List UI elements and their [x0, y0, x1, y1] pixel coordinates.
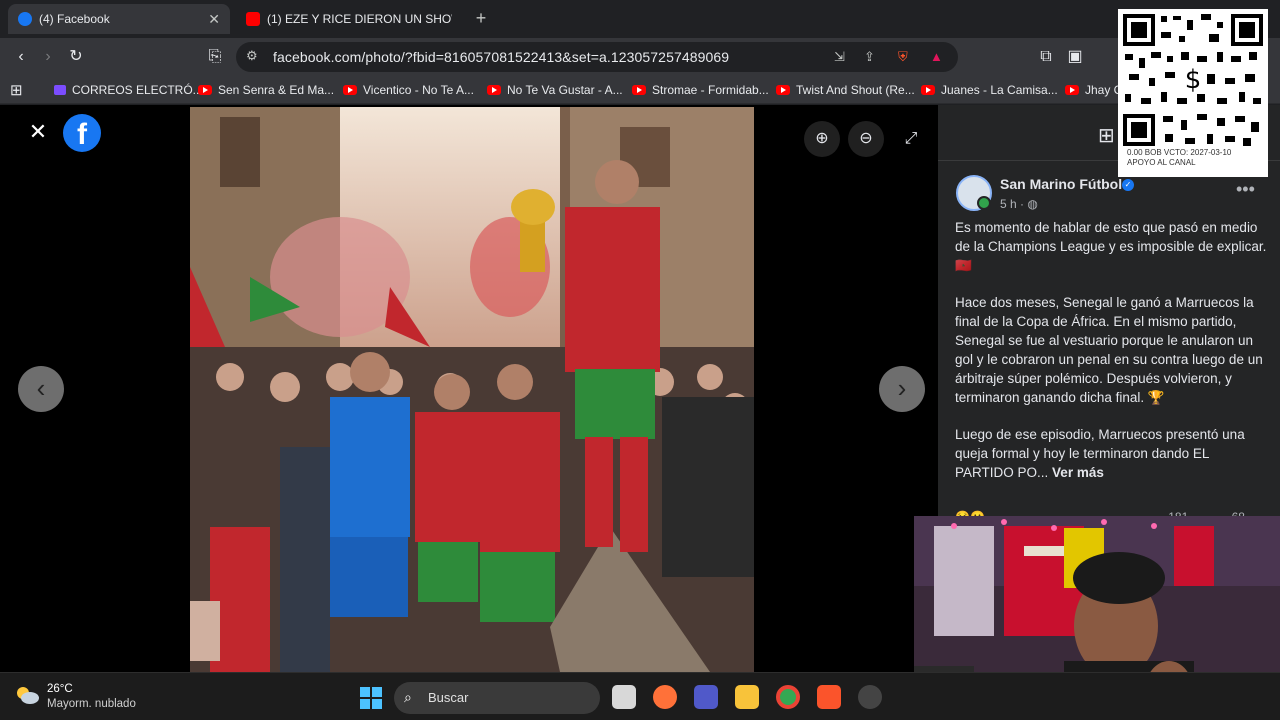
install-icon[interactable]: ⇲	[834, 49, 845, 65]
file-explorer-icon[interactable]	[735, 685, 759, 709]
app-icon[interactable]	[858, 685, 882, 709]
youtube-icon	[198, 85, 212, 95]
see-more-link[interactable]: Ver más	[1052, 465, 1104, 480]
bookmark-item[interactable]: Twist And Shout (Re...	[776, 81, 915, 99]
post-paragraph: Hace dos meses, Senegal le ganó a Marrue…	[955, 295, 1263, 405]
youtube-icon	[632, 85, 646, 95]
url-text: facebook.com/photo/?fbid=816057081522413…	[273, 49, 730, 65]
menu-grid-icon[interactable]: ⊞	[1098, 123, 1115, 148]
youtube-icon	[1065, 85, 1079, 95]
share-icon[interactable]: ⇪	[864, 49, 875, 65]
facebook-logo-icon[interactable]: f	[63, 114, 101, 152]
youtube-icon	[487, 85, 501, 95]
qr-code-icon: $	[1121, 12, 1265, 148]
bookmark-item[interactable]: No Te Va Gustar - A...	[487, 81, 623, 99]
brave-icon[interactable]	[817, 685, 841, 709]
youtube-icon	[246, 12, 260, 26]
tab-title: (4) Facebook	[39, 12, 110, 26]
close-icon[interactable]: ✕	[208, 11, 220, 28]
previous-photo-button[interactable]: ‹	[18, 366, 64, 412]
mail-icon	[54, 85, 66, 95]
youtube-icon	[343, 85, 357, 95]
more-options-icon[interactable]: •••	[1236, 179, 1255, 200]
search-placeholder: Buscar	[428, 690, 469, 705]
verified-badge-icon: ✓	[1122, 179, 1134, 191]
bookmark-item[interactable]: Stromae - Formidab...	[632, 81, 769, 99]
firefox-icon[interactable]	[653, 685, 677, 709]
fullscreen-icon[interactable]: ⤢	[893, 121, 929, 157]
facebook-icon	[18, 12, 32, 26]
donation-qr-code: $ 0.00 BOB VCTO: 2027-03-10 APOYO AL CAN…	[1118, 9, 1268, 177]
brave-rewards-icon[interactable]: ▲	[930, 49, 943, 64]
tab-strip: (4) Facebook ✕ (1) EZE Y RICE DIERON UN …	[0, 0, 1280, 38]
dollar-icon: $	[1185, 65, 1202, 95]
bookmark-item[interactable]: Vicentico - No Te A...	[343, 81, 474, 99]
avatar[interactable]	[956, 175, 992, 211]
qr-amount-text: 0.00 BOB VCTO: 2027-03-10	[1127, 148, 1232, 157]
search-icon: ⌕	[404, 689, 412, 705]
post-text: Es momento de hablar de esto que pasó en…	[955, 218, 1271, 500]
temperature[interactable]: 26°C	[47, 683, 73, 695]
taskbar: 26°C Mayorm. nublado ⌕ Buscar	[0, 672, 1280, 720]
bookmark-icon[interactable]: ⎘	[204, 46, 226, 68]
windows-start-icon[interactable]	[360, 687, 382, 709]
close-viewer-button[interactable]: ✕	[26, 119, 50, 145]
youtube-icon	[776, 85, 790, 95]
tab-facebook[interactable]: (4) Facebook ✕	[8, 4, 230, 34]
post-paragraph: Es momento de hablar de esto que pasó en…	[955, 220, 1267, 273]
forward-icon[interactable]: ›	[37, 46, 59, 68]
new-tab-button[interactable]: +	[471, 8, 491, 29]
chrome-icon[interactable]	[776, 685, 800, 709]
sidebar-icon[interactable]: ▣	[1064, 46, 1086, 68]
bookmarks-bar: ⊞ CORREOS ELECTRÓ... Sen Senra & Ed Ma..…	[0, 76, 1280, 104]
post-paragraph: Luego de ese episodio, Marruecos present…	[955, 427, 1245, 480]
back-icon[interactable]: ‹	[10, 46, 32, 68]
post-time[interactable]: 5 h · ◍	[1000, 197, 1038, 211]
site-info-icon[interactable]: ⚙	[246, 48, 258, 64]
teams-icon[interactable]	[694, 685, 718, 709]
apps-icon[interactable]: ⊞	[10, 81, 23, 99]
address-bar[interactable]: ⚙ facebook.com/photo/?fbid=8160570815224…	[236, 42, 958, 72]
celebration-photo	[190, 107, 754, 672]
tab-title: (1) EZE Y RICE DIERON UN SHOW DE	[267, 12, 452, 26]
task-view-icon[interactable]	[612, 685, 636, 709]
post-author[interactable]: San Marino Fútbol	[1000, 176, 1122, 192]
youtube-icon	[921, 85, 935, 95]
reload-icon[interactable]: ↻	[65, 46, 87, 68]
bookmark-item[interactable]: CORREOS ELECTRÓ...	[54, 81, 203, 99]
taskbar-search[interactable]: ⌕ Buscar	[394, 682, 600, 714]
brave-shield-icon[interactable]: ⛨	[898, 49, 908, 65]
bookmark-item[interactable]: Sen Senra & Ed Ma...	[198, 81, 334, 99]
next-photo-button[interactable]: ›	[879, 366, 925, 412]
screen: (4) Facebook ✕ (1) EZE Y RICE DIERON UN …	[0, 0, 1280, 720]
post-photo	[190, 107, 754, 672]
zoom-out-icon[interactable]: ⊖	[848, 121, 884, 157]
extensions-icon[interactable]: ⧉	[1035, 46, 1057, 68]
bookmark-item[interactable]: Juanes - La Camisa...	[921, 81, 1058, 99]
weather-icon[interactable]	[14, 685, 40, 705]
tab-youtube[interactable]: (1) EZE Y RICE DIERON UN SHOW DE	[236, 4, 462, 34]
globe-icon: ◍	[1027, 197, 1038, 211]
qr-caption: APOYO AL CANAL	[1127, 158, 1196, 167]
weather-description[interactable]: Mayorm. nublado	[47, 698, 136, 710]
zoom-in-icon[interactable]: ⊕	[804, 121, 840, 157]
photo-viewer: ✕ f ⊕ ⊖ ⤢ ‹ ›	[0, 105, 938, 672]
